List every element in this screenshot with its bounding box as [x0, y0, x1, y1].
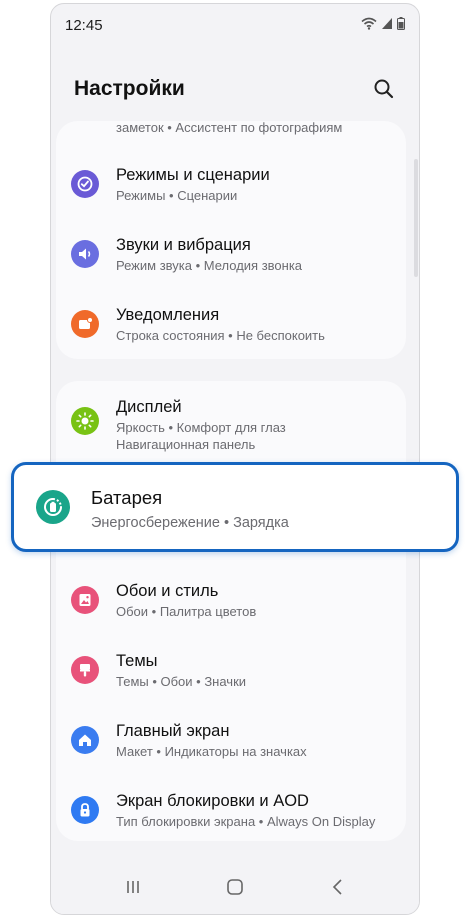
sound-icon — [71, 240, 99, 268]
battery-status-icon — [397, 17, 405, 30]
item-title: Экран блокировки и AOD — [116, 792, 309, 810]
item-title: Звуки и вибрация — [116, 236, 251, 254]
status-icons — [361, 17, 405, 30]
item-subtitle: Яркость • Комфорт для глаз — [116, 420, 286, 435]
item-title: Уведомления — [116, 306, 220, 324]
signal-icon — [382, 18, 392, 29]
item-subtitle: Режим звука • Мелодия звонка — [116, 258, 303, 273]
item-title: Дисплей — [116, 398, 182, 416]
settings-item-home-screen[interactable]: Главный экран Макет • Индикаторы на знач… — [56, 705, 406, 775]
item-subtitle: Тип блокировки экрана • Always On Displa… — [116, 814, 376, 829]
item-subtitle: Энергосбережение • Зарядка — [91, 515, 289, 531]
notifications-icon — [71, 310, 99, 338]
settings-group-2: Дисплей Яркость • Комфорт для глаз Навиг… — [56, 381, 406, 841]
navigation-bar — [51, 860, 419, 914]
display-icon — [71, 407, 99, 435]
settings-item-display[interactable]: Дисплей Яркость • Комфорт для глаз Навиг… — [56, 381, 406, 461]
phone-screen: 12:45 Настройки заметок • Ассистент по ф… — [50, 3, 420, 915]
scroll-indicator[interactable] — [414, 159, 418, 277]
item-subtitle: Обои • Палитра цветов — [116, 604, 257, 619]
settings-item-themes[interactable]: Темы Темы • Обои • Значки — [56, 635, 406, 705]
recent-apps-icon — [127, 881, 139, 893]
settings-item-sounds[interactable]: Звуки и вибрация Режим звука • Мелодия з… — [56, 218, 406, 288]
settings-item-battery[interactable]: Батарея Энергосбережение • Зарядка — [11, 462, 459, 552]
item-subtitle: Строка состояния • Не беспокоить — [116, 328, 325, 343]
item-subtitle: Макет • Индикаторы на значках — [116, 744, 307, 759]
item-subtitle: Режимы • Сценарии — [116, 188, 238, 203]
recent-apps-button[interactable] — [121, 876, 145, 898]
themes-icon — [71, 656, 99, 684]
back-button[interactable] — [326, 876, 350, 898]
modes-icon — [71, 170, 99, 198]
item-subtitle: Темы • Обои • Значки — [116, 674, 247, 689]
search-button[interactable] — [371, 76, 397, 102]
settings-item-modes[interactable]: Режимы и сценарии Режимы • Сценарии — [56, 148, 406, 218]
status-time: 12:45 — [65, 17, 103, 34]
home-button[interactable] — [223, 876, 247, 898]
home-screen-icon — [71, 726, 99, 754]
settings-group-1: заметок • Ассистент по фотографиям Режим… — [56, 120, 406, 359]
settings-item-lock-screen[interactable]: Экран блокировки и AOD Тип блокировки эк… — [56, 775, 406, 845]
item-subtitle-2: Навигационная панель — [116, 437, 256, 452]
item-title: Темы — [116, 652, 158, 670]
settings-item-wallpaper[interactable]: Обои и стиль Обои • Палитра цветов — [56, 565, 406, 635]
item-title: Главный экран — [116, 722, 230, 740]
back-icon — [332, 879, 342, 895]
lock-icon — [71, 796, 99, 824]
wallpaper-icon — [71, 586, 99, 614]
battery-icon — [36, 490, 70, 524]
settings-item-notifications[interactable]: Уведомления Строка состояния • Не беспок… — [56, 288, 406, 358]
status-bar: 12:45 — [51, 4, 419, 44]
page-title: Настройки — [74, 77, 185, 100]
home-icon — [227, 879, 243, 895]
item-title: Режимы и сценарии — [116, 166, 270, 184]
item-title: Батарея — [91, 487, 163, 508]
wifi-icon — [361, 17, 377, 30]
item-title: Обои и стиль — [116, 582, 219, 600]
search-icon — [374, 79, 394, 99]
partial-item-subtitle: заметок • Ассистент по фотографиям — [116, 120, 343, 135]
